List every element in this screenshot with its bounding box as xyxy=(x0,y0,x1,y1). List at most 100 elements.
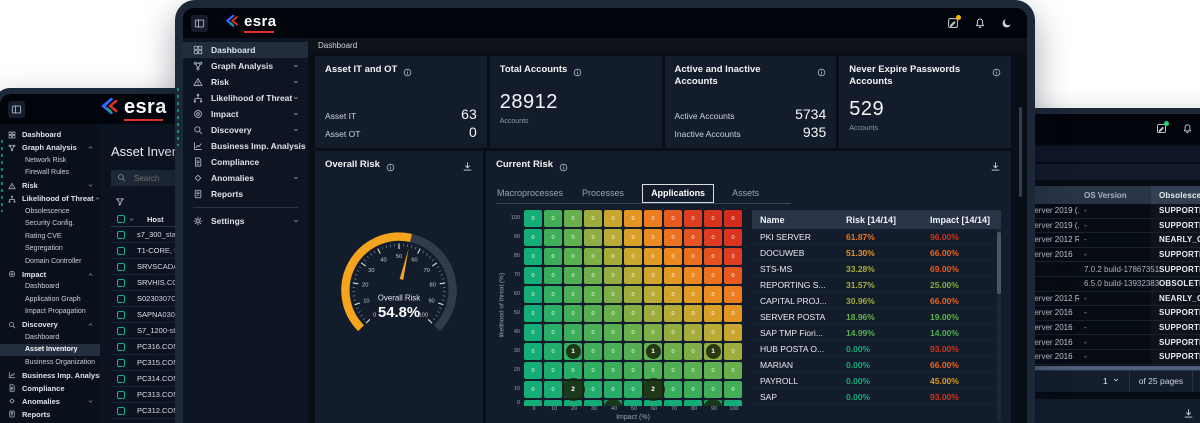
chevron-up-icon xyxy=(87,321,94,328)
row-checkbox[interactable] xyxy=(117,375,125,383)
heatmap-cell: 0 xyxy=(624,229,642,246)
download-icon[interactable] xyxy=(990,159,1001,177)
row-checkbox[interactable] xyxy=(117,391,125,399)
sidebar-item-compliance[interactable]: Compliance xyxy=(183,154,308,170)
sidebar-subitem-asset-inventory[interactable]: Asset Inventory xyxy=(0,344,100,357)
sidebar-item-settings[interactable]: Settings xyxy=(183,213,308,229)
sidebar-toggle-icon[interactable] xyxy=(8,101,25,118)
notifications-bell-icon[interactable] xyxy=(1182,123,1193,134)
heatmap-cell: 0 xyxy=(644,362,662,379)
tab-macroprocesses[interactable]: Macroprocesses xyxy=(496,184,564,203)
sidebar-item-business-imp-analysis[interactable]: Business Imp. Analysis xyxy=(183,138,308,154)
heatmap-cell: 0 xyxy=(584,267,602,284)
row-checkbox[interactable] xyxy=(117,311,125,319)
column-header[interactable]: Name xyxy=(752,215,838,225)
sidebar-item-impact[interactable]: Impact xyxy=(183,106,308,122)
row-checkbox[interactable] xyxy=(117,247,125,255)
heatmap-cell: 0 xyxy=(564,229,582,246)
download-icon[interactable] xyxy=(1183,406,1194,423)
sidebar-subitem-obsolescence[interactable]: Obsolescence xyxy=(0,205,100,218)
sidebar-item-graph-analysis[interactable]: Graph Analysis xyxy=(0,141,100,154)
heatmap-y-ticks: 1009080706050403020100 xyxy=(506,210,524,421)
sidebar-item-risk[interactable]: Risk xyxy=(0,179,100,192)
sidebar-subitem-application-graph[interactable]: Application Graph xyxy=(0,293,100,306)
select-all-checkbox[interactable] xyxy=(117,215,125,223)
tab-assets[interactable]: Assets xyxy=(731,184,760,203)
sidebar-item-likelihood-of-threat[interactable]: Likelihood of Threat xyxy=(183,90,308,106)
sidebar-subitem-dashboard[interactable]: Dashboard xyxy=(0,281,100,294)
anomalies-icon xyxy=(193,173,203,183)
settings-icon xyxy=(193,216,203,226)
row-checkbox[interactable] xyxy=(117,279,125,287)
row-checkbox[interactable] xyxy=(117,231,125,239)
sidebar-item-anomalies[interactable]: Anomalies xyxy=(183,170,308,186)
sidebar-item-risk[interactable]: Risk xyxy=(183,74,308,90)
sidebar-item-reports[interactable]: Reports xyxy=(183,186,308,202)
tab-applications[interactable]: Applications xyxy=(642,184,714,203)
row-checkbox[interactable] xyxy=(117,343,125,351)
sidebar-subitem-security-config-[interactable]: Security Config. xyxy=(0,218,100,231)
info-icon[interactable] xyxy=(992,64,1001,82)
sidebar-item-discovery[interactable]: Discovery xyxy=(0,318,100,331)
sidebar-subitem-dashboard[interactable]: Dashboard xyxy=(0,331,100,344)
risk-icon xyxy=(8,182,16,190)
sidebar-subitem-network-risk[interactable]: Network Risk xyxy=(0,154,100,167)
toolbar-row xyxy=(1011,146,1200,162)
tab-processes[interactable]: Processes xyxy=(581,184,625,203)
notifications-bell-icon[interactable] xyxy=(974,17,986,29)
row-checkbox[interactable] xyxy=(117,263,125,271)
vertical-scrollbar[interactable] xyxy=(997,229,1001,421)
row-checkbox[interactable] xyxy=(117,359,125,367)
sidebar-toggle-icon[interactable] xyxy=(191,15,208,32)
page-select[interactable]: 1 xyxy=(1103,376,1120,386)
sidebar-subitem-business-organization[interactable]: Business Organization xyxy=(0,356,100,369)
info-icon[interactable] xyxy=(559,159,568,177)
heatmap-cell: 0 xyxy=(544,343,562,360)
scrollbar-thumb[interactable] xyxy=(1011,366,1200,370)
edit-theme-icon[interactable] xyxy=(1156,123,1167,134)
never-expire-value: 529 xyxy=(849,98,1001,121)
heatmap-cell: 0 xyxy=(524,343,542,360)
chevron-down-icon[interactable] xyxy=(128,216,135,223)
row-checkbox[interactable] xyxy=(117,327,125,335)
table-row: PKI SERVER61.87%96.00% xyxy=(752,229,1001,245)
sidebar-subitem-firewall-rules[interactable]: Firewall Rules xyxy=(0,167,100,180)
info-icon[interactable] xyxy=(386,159,395,177)
row-checkbox[interactable] xyxy=(117,295,125,303)
info-icon[interactable] xyxy=(573,64,582,82)
column-header[interactable]: Risk [14/14] xyxy=(838,215,922,225)
column-header-os-version[interactable]: OS Version xyxy=(1079,191,1151,200)
sidebar-item-dashboard[interactable]: Dashboard xyxy=(0,128,100,141)
sidebar-item-reports[interactable]: Reports xyxy=(0,408,100,421)
info-icon[interactable] xyxy=(817,64,826,82)
heatmap-cell: 0 xyxy=(624,400,642,406)
sidebar-subitem-rating-cve[interactable]: Rating CVE xyxy=(0,230,100,243)
row-checkbox[interactable] xyxy=(117,407,125,415)
theme-switcher-icon[interactable] xyxy=(947,17,959,29)
heatmap-cell: 0 xyxy=(584,248,602,265)
download-icon[interactable] xyxy=(462,159,473,177)
sidebar-item-graph-analysis[interactable]: Graph Analysis xyxy=(183,58,308,74)
sidebar-item-compliance[interactable]: Compliance xyxy=(0,382,100,395)
sidebar-item-impact[interactable]: Impact xyxy=(0,268,100,281)
sidebar-item-dashboard[interactable]: Dashboard xyxy=(183,42,308,58)
heatmap-cell: 0 xyxy=(644,229,662,246)
info-icon[interactable] xyxy=(403,64,412,82)
scrollbar-thumb[interactable] xyxy=(997,232,1001,294)
column-header-obsolescence[interactable]: Obsolescence xyxy=(1151,186,1200,204)
content-scrollbar-thumb[interactable] xyxy=(1019,107,1022,197)
sidebar-subitem-impact-propagation[interactable]: Impact Propagation xyxy=(0,306,100,319)
dark-mode-moon-icon[interactable] xyxy=(1001,17,1013,29)
column-header[interactable]: Impact [14/14] xyxy=(922,215,1001,225)
front-sidebar: DashboardGraph AnalysisRiskLikelihood of… xyxy=(183,38,308,423)
dashboard-icon xyxy=(8,131,16,139)
horizontal-scrollbar[interactable] xyxy=(1011,366,1200,370)
sidebar-item-anomalies[interactable]: Anomalies xyxy=(0,395,100,408)
filter-icon[interactable] xyxy=(115,194,125,207)
sidebar-subitem-segregation[interactable]: Segregation xyxy=(0,243,100,256)
sidebar-item-discovery[interactable]: Discovery xyxy=(183,122,308,138)
heatmap-cell: 0 xyxy=(584,229,602,246)
sidebar-item-likelihood-of-threat[interactable]: Likelihood of Threat xyxy=(0,192,100,205)
sidebar-subitem-domain-controller[interactable]: Domain Controller xyxy=(0,255,100,268)
sidebar-item-business-imp-analysis[interactable]: Business Imp. Analysis xyxy=(0,369,100,382)
